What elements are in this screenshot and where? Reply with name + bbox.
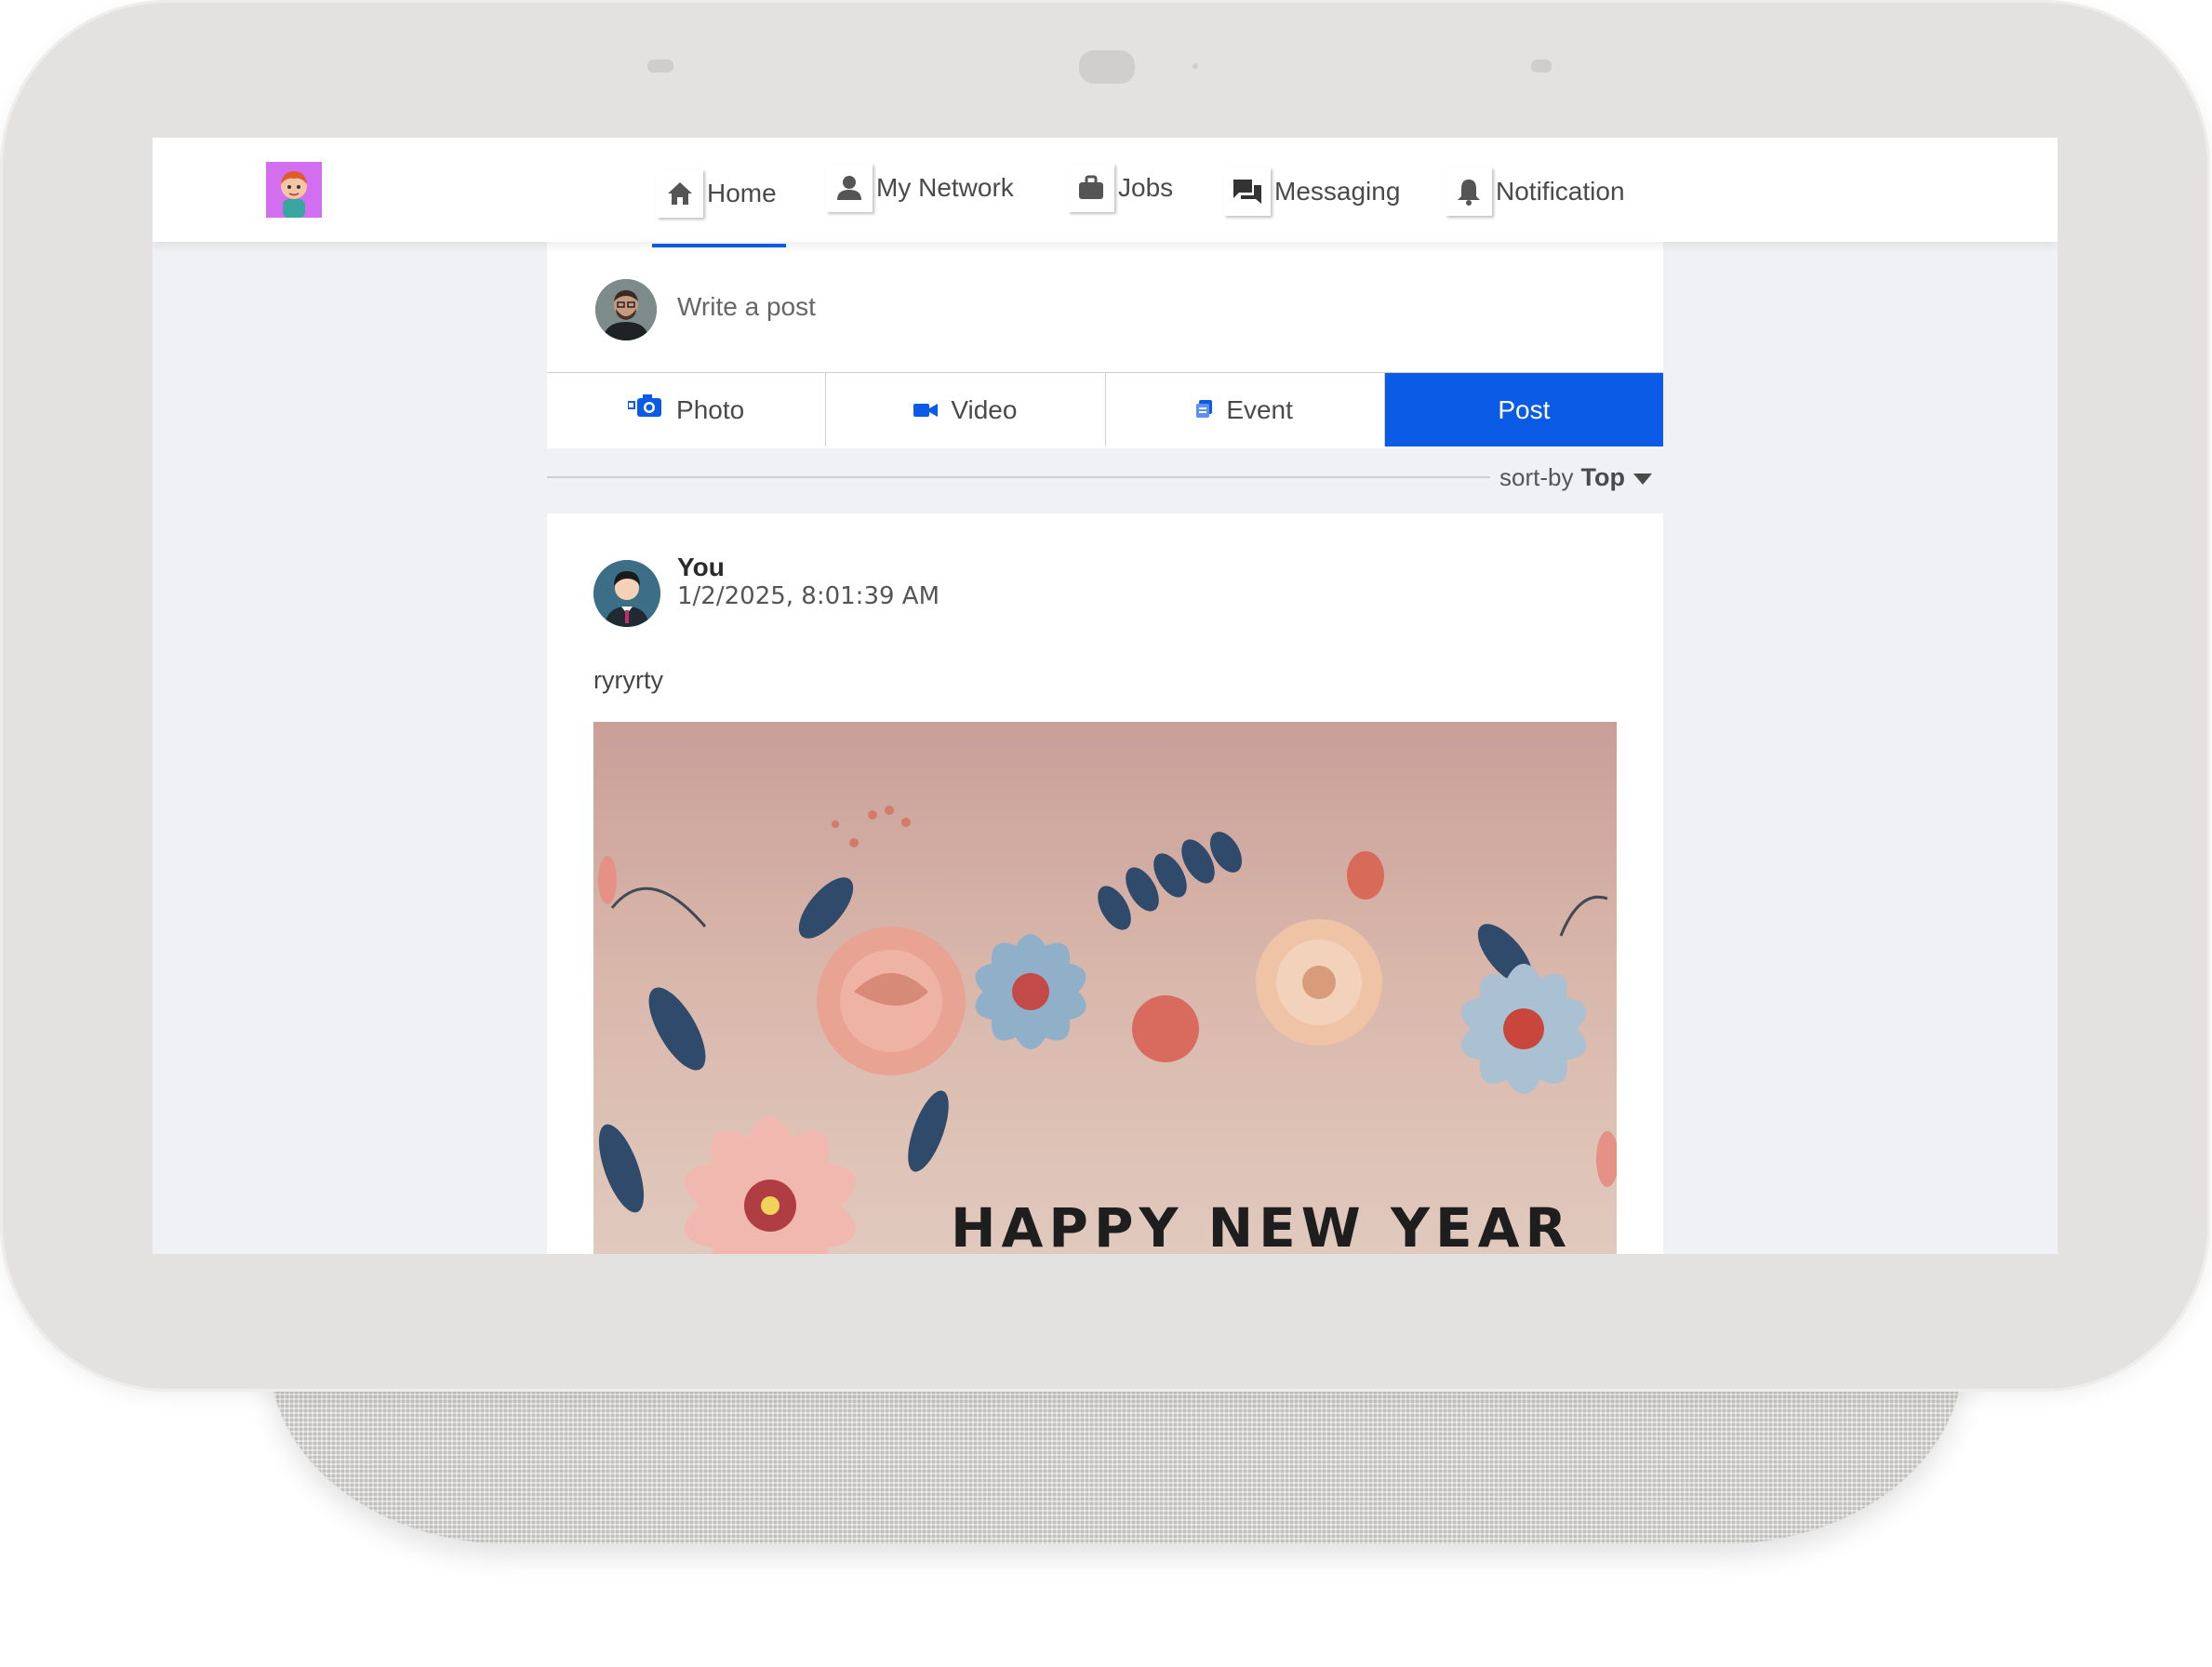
- nav-notification[interactable]: Notification: [1446, 166, 1625, 218]
- post-timestamp: 1/2/2025, 8:01:39 AM: [677, 582, 940, 610]
- nav-messaging-label: Messaging: [1274, 177, 1401, 206]
- chat-icon: [1224, 167, 1271, 216]
- nav-notification-label: Notification: [1496, 177, 1625, 206]
- proximity-sensor: [1531, 60, 1552, 73]
- photo-label: Photo: [676, 394, 745, 424]
- device-bezel: Home My Network Jobs Messaging Notificat…: [0, 0, 2210, 1392]
- camera-icon: [627, 394, 663, 425]
- video-camera-icon: [913, 395, 939, 425]
- post-author-avatar[interactable]: [593, 560, 660, 627]
- sort-dropdown[interactable]: sort-by Top: [1499, 463, 1653, 492]
- nav-jobs[interactable]: Jobs: [1068, 162, 1173, 214]
- nav-jobs-label: Jobs: [1118, 173, 1174, 202]
- camera: [1079, 50, 1135, 84]
- nav-my-network-label: My Network: [876, 173, 1014, 202]
- event-label: Event: [1226, 394, 1293, 424]
- composer-actions: Photo Video Event Post: [547, 372, 1663, 447]
- app-screen: Home My Network Jobs Messaging Notificat…: [153, 138, 2058, 1254]
- feed-post: You 1/2/2025, 8:01:39 AM ryryrty HAPPY N…: [547, 513, 1663, 1254]
- nav-home[interactable]: Home: [657, 167, 777, 220]
- post-button[interactable]: Post: [1384, 373, 1663, 447]
- top-navigation: Home My Network Jobs Messaging Notificat…: [153, 138, 2058, 242]
- person-icon: [826, 164, 873, 212]
- post-author-name[interactable]: You: [677, 553, 725, 582]
- post-label: Post: [1498, 394, 1551, 424]
- nav-messaging[interactable]: Messaging: [1224, 166, 1400, 218]
- bell-icon: [1446, 167, 1492, 216]
- photo-button[interactable]: Photo: [547, 373, 827, 447]
- post-composer: Write a post Photo Video Event Post: [547, 242, 1663, 448]
- post-image[interactable]: HAPPY NEW YEAR: [593, 722, 1617, 1254]
- floral-illustration: [598, 806, 1617, 1254]
- nav-my-network[interactable]: My Network: [826, 162, 1014, 214]
- briefcase-icon: [1068, 164, 1114, 212]
- caret-down-icon: [1632, 463, 1653, 492]
- sort-value: Top: [1580, 463, 1625, 491]
- write-post-input[interactable]: Write a post: [677, 292, 816, 322]
- mic-dot: [1193, 63, 1198, 69]
- video-label: Video: [951, 394, 1018, 424]
- app-logo[interactable]: [266, 162, 322, 218]
- nav-active-indicator: [652, 244, 786, 247]
- sort-prefix: sort-by: [1499, 463, 1574, 491]
- post-text: ryryrty: [593, 666, 663, 694]
- nav-home-label: Home: [707, 179, 777, 207]
- sort-divider: [547, 476, 1490, 478]
- calendar-icon: [1196, 395, 1213, 425]
- user-avatar[interactable]: [595, 279, 657, 340]
- light-sensor: [647, 60, 673, 73]
- image-caption: HAPPY NEW YEAR: [951, 1196, 1573, 1254]
- event-button[interactable]: Event: [1105, 373, 1385, 447]
- video-button[interactable]: Video: [826, 373, 1106, 447]
- home-icon: [657, 169, 703, 218]
